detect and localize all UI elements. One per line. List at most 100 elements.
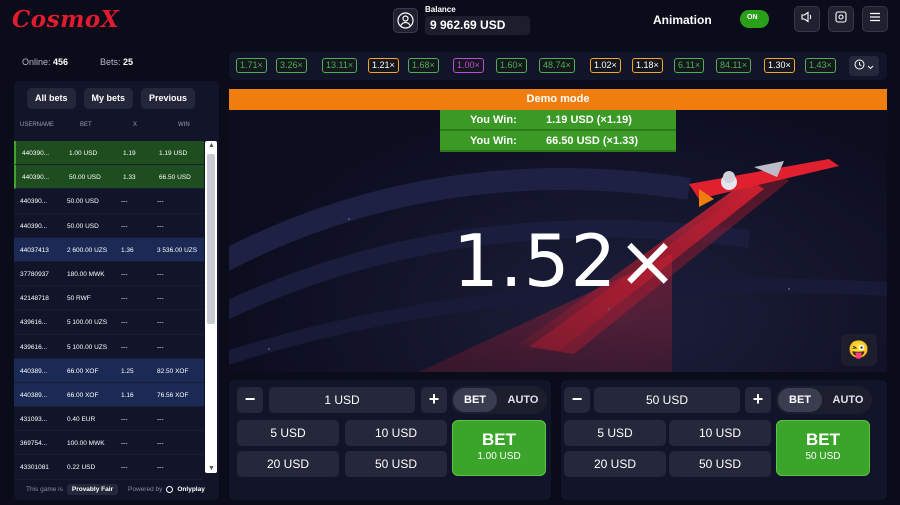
menu-button[interactable] <box>862 6 888 32</box>
bets-panel: All bets My bets Previous USERNAME BET X… <box>14 81 219 500</box>
tab-my-bets[interactable]: My bets <box>83 88 134 109</box>
multiplier-cell: 1.33 <box>123 174 136 182</box>
multiplier-cell: 1.36 <box>121 246 134 254</box>
win-notification: You Win: 1.19 USD (×1.19) <box>440 110 676 131</box>
quick-amount-button[interactable]: 20 USD <box>237 451 339 477</box>
username-cell: 44037413 <box>20 246 49 254</box>
username-cell: 440390... <box>20 222 48 230</box>
username-cell: 43301081 <box>20 464 49 472</box>
scroll-down-icon[interactable]: ▼ <box>208 465 215 472</box>
win-cell: --- <box>157 343 164 351</box>
quick-amount-button[interactable]: 5 USD <box>237 420 339 446</box>
animation-label: Animation <box>653 13 712 27</box>
header-x: X <box>133 122 138 128</box>
table-row: 42148718 50 RWF --- --- <box>14 286 204 311</box>
quick-amount-button[interactable]: 5 USD <box>564 420 666 446</box>
increase-button[interactable]: + <box>745 387 771 413</box>
multiplier-cell: --- <box>121 270 128 278</box>
bet-amount-input[interactable]: 50 USD <box>594 387 740 413</box>
bets-label: Bets: <box>100 57 121 67</box>
online-label: Online: <box>22 57 51 67</box>
footer-text: This game is <box>26 486 63 493</box>
header-win: WIN <box>178 122 190 128</box>
win-amount: 66.50 USD (×1.33) <box>546 135 639 147</box>
emoji-button[interactable]: 😜 <box>841 334 877 366</box>
multiplier-chip: 1.18× <box>632 58 663 73</box>
table-row: 440389... 66.00 XOF 1.16 76.56 XOF <box>14 382 204 408</box>
win-label: You Win: <box>470 135 517 147</box>
table-header: USERNAME BET X WIN <box>14 120 219 132</box>
logo: CosmoX <box>12 6 120 33</box>
scroll-up-icon[interactable]: ▲ <box>208 142 215 149</box>
quick-amount-button[interactable]: 50 USD <box>669 451 771 477</box>
mode-switch: BET AUTO <box>451 386 547 414</box>
win-cell: 1.19 USD <box>159 150 188 157</box>
username-cell: 440389... <box>20 391 48 399</box>
bet-amount-input[interactable]: 1 USD <box>269 387 415 413</box>
mode-switch: BET AUTO <box>776 386 872 414</box>
scrollbar[interactable]: ▲ ▼ <box>205 141 217 473</box>
bet-button[interactable]: BET 1.00 USD <box>452 420 546 476</box>
balance-value: 9 962.69 USD <box>425 16 530 35</box>
tab-all-bets[interactable]: All bets <box>27 88 76 109</box>
quick-amount-button[interactable]: 50 USD <box>345 451 447 477</box>
provably-fair-button[interactable]: Provably Fair <box>66 484 119 495</box>
multiplier-cell: --- <box>121 343 128 351</box>
demo-mode-banner: Demo mode <box>229 89 887 110</box>
mode-bet-tab[interactable]: BET <box>778 388 822 412</box>
history-button[interactable] <box>849 56 879 76</box>
table-row: 440390... 50.00 USD 1.33 66.50 USD <box>14 165 204 190</box>
bet-cell: 50.00 USD <box>67 222 99 230</box>
multiplier-chip: 1.60× <box>496 58 527 73</box>
multiplier-chip: 48.74× <box>539 58 575 73</box>
win-cell: --- <box>157 319 164 327</box>
mode-auto-tab[interactable]: AUTO <box>501 388 545 412</box>
settings-button[interactable] <box>828 6 854 32</box>
quick-amount-button[interactable]: 20 USD <box>564 451 666 477</box>
table-row: 37780937 180.00 MWK --- --- <box>14 262 204 287</box>
username-cell: 37780937 <box>20 270 49 278</box>
header-username: USERNAME <box>20 122 55 128</box>
sound-button[interactable] <box>794 6 820 32</box>
bet-cell: 0.22 USD <box>67 464 96 472</box>
emoji-icon: 😜 <box>848 340 870 359</box>
settings-icon <box>834 10 848 29</box>
bet-cell: 2 600.00 UZS <box>67 246 108 254</box>
win-cell: --- <box>157 464 164 472</box>
username-cell: 440389... <box>20 367 48 375</box>
multiplier-cell: --- <box>121 295 128 303</box>
decrease-button[interactable]: − <box>237 387 263 413</box>
increase-button[interactable]: + <box>421 387 447 413</box>
tab-previous[interactable]: Previous <box>141 88 196 109</box>
scroll-thumb[interactable] <box>207 154 215 324</box>
win-cell: --- <box>157 222 164 230</box>
speaker-icon <box>800 10 814 29</box>
quick-amount-button[interactable]: 10 USD <box>345 420 447 446</box>
multiplier-chip: 1.02× <box>590 58 621 73</box>
game-area: Demo mode You Win: 1.19 USD (×1.19) You … <box>229 89 887 372</box>
online-value: 456 <box>53 57 69 67</box>
win-notifications: You Win: 1.19 USD (×1.19) You Win: 66.50… <box>440 110 676 156</box>
menu-icon <box>868 10 882 29</box>
clock-icon <box>854 57 865 75</box>
quick-amount-button[interactable]: 10 USD <box>669 420 771 446</box>
win-label: You Win: <box>470 114 517 126</box>
win-cell: --- <box>157 295 164 303</box>
table-row: 369754... 100.00 MWK --- --- <box>14 431 204 456</box>
multiplier-chip: 1.00× <box>453 58 484 73</box>
bet-button[interactable]: BET 50 USD <box>776 420 870 476</box>
user-icon[interactable] <box>393 7 418 33</box>
animation-toggle[interactable]: ON <box>740 10 769 28</box>
mode-bet-tab[interactable]: BET <box>453 388 497 412</box>
powered-by-text: Powered by <box>128 486 163 493</box>
win-cell: 76.56 XOF <box>157 391 189 399</box>
mode-auto-tab[interactable]: AUTO <box>826 388 870 412</box>
multiplier-cell: 1.25 <box>121 367 134 375</box>
win-cell: --- <box>157 198 164 206</box>
win-cell: 66.50 USD <box>159 174 191 182</box>
username-cell: 439616... <box>20 319 48 327</box>
bets-value: 25 <box>123 57 134 67</box>
bets-tabs: All bets My bets Previous <box>27 88 196 109</box>
decrease-button[interactable]: − <box>564 387 590 413</box>
bets-count: Bets: 25 <box>100 57 133 67</box>
